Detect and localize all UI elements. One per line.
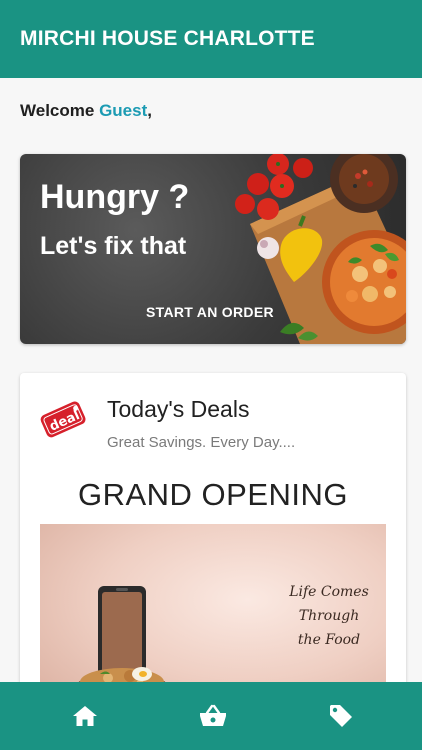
app-title: MIRCHI HOUSE CHARLOTTE (20, 27, 315, 50)
promo-tagline-line-2: Through (298, 608, 360, 624)
promo-heading: GRAND OPENING (77, 477, 349, 512)
promo-tagline-line-1: Life Comes (289, 584, 369, 600)
nav-deals-button[interactable] (323, 698, 359, 734)
deals-title: Today's Deals (107, 396, 250, 422)
app-bar: MIRCHI HOUSE CHARLOTTE (0, 0, 422, 78)
home-icon (73, 706, 97, 726)
guest-name: Guest (99, 101, 148, 120)
promo-tagline-line-3: the Food (297, 632, 361, 648)
welcome-prefix: Welcome (20, 101, 95, 120)
welcome-suffix: , (147, 101, 152, 120)
tag-icon (330, 705, 352, 727)
nav-home-button[interactable] (67, 698, 103, 734)
start-order-button[interactable]: START AN ORDER (146, 304, 274, 320)
deal-tag-icon: deal (40, 401, 86, 438)
bottom-navigation (0, 682, 422, 750)
deals-subtitle: Great Savings. Every Day.... (107, 434, 296, 451)
promo-tagline: Life Comes Through the Food (284, 580, 374, 652)
nav-cart-button[interactable] (195, 698, 231, 734)
hero-subheadline: Let's fix that (40, 232, 187, 260)
basket-icon (200, 704, 226, 726)
hero-headline: Hungry ? (40, 178, 190, 216)
todays-deals-card[interactable]: deal Today's Deals Great Savings. Every … (20, 373, 406, 713)
start-order-banner[interactable]: Hungry ? Let's fix that START AN ORDER (20, 154, 406, 344)
welcome-message: Welcome Guest, (20, 101, 152, 121)
